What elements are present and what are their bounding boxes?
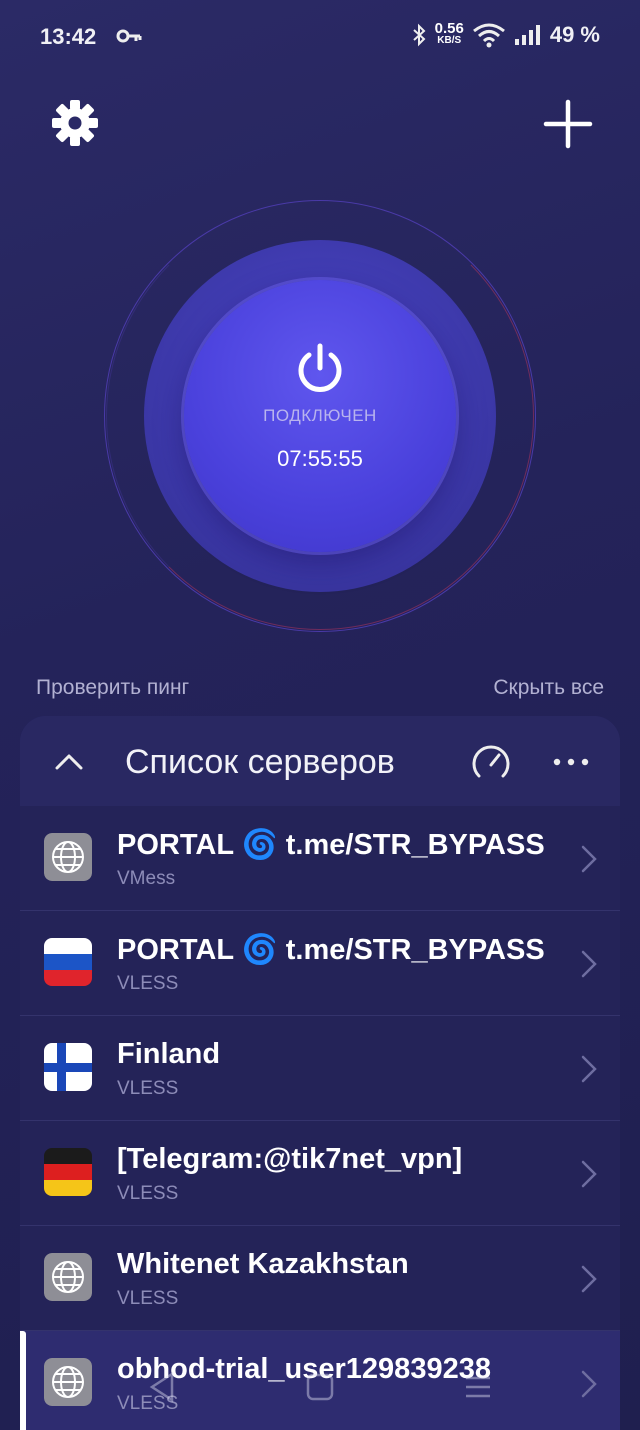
add-server-button[interactable] <box>542 98 594 150</box>
server-list-panel: Список серверов PORTAL 🌀 t.me/STR_BYPASS… <box>20 716 620 1430</box>
germany-flag-icon <box>44 1148 92 1196</box>
settings-button[interactable] <box>50 98 100 148</box>
finland-flag-icon <box>44 1043 92 1091</box>
chevron-right-icon <box>581 950 597 978</box>
net-speed-value: 0.56 <box>434 20 464 37</box>
selected-indicator <box>20 1331 26 1430</box>
server-list-header: Список серверов <box>20 716 620 806</box>
server-name: Finland <box>117 1038 221 1070</box>
server-protocol: VLESS <box>117 1078 179 1099</box>
server-row-selected[interactable]: obhod-trial_user129839238 VLESS <box>20 1331 620 1430</box>
battery-level: 49 % <box>549 22 600 47</box>
power-icon <box>298 343 342 392</box>
connection-control: ПОДКЛЮЧЕН 07:55:55 <box>100 196 540 636</box>
connection-timer: 07:55:55 <box>277 446 363 471</box>
server-name: Whitenet Kazakhstan <box>117 1248 409 1280</box>
wifi-icon <box>472 23 505 48</box>
chevron-right-icon <box>581 1265 597 1293</box>
chevron-right-icon <box>581 1370 597 1398</box>
server-protocol: VLESS <box>117 1393 179 1414</box>
server-row[interactable]: [Telegram:@tik7net_vpn] VLESS <box>20 1121 620 1226</box>
globe-icon <box>44 1358 92 1406</box>
russia-flag-icon <box>44 938 92 986</box>
globe-icon <box>44 833 92 881</box>
server-name: obhod-trial_user129839238 <box>117 1353 491 1385</box>
server-name: PORTAL 🌀 t.me/STR_BYPASS <box>117 829 545 861</box>
server-protocol: VLESS <box>117 973 179 994</box>
chevron-right-icon <box>581 845 597 873</box>
server-protocol: VMess <box>117 868 176 889</box>
status-bar: 13:42 0.56 KB/S 49 % <box>0 0 640 76</box>
more-options-icon[interactable] <box>550 752 592 772</box>
server-row[interactable]: PORTAL 🌀 t.me/STR_BYPASS VLESS <box>20 911 620 1016</box>
chevron-up-icon[interactable] <box>54 748 84 774</box>
server-row[interactable]: PORTAL 🌀 t.me/STR_BYPASS VMess <box>20 806 620 911</box>
connect-button[interactable]: ПОДКЛЮЧЕН 07:55:55 <box>184 280 456 552</box>
server-row[interactable]: Whitenet Kazakhstan VLESS <box>20 1226 620 1331</box>
network-speed: 0.56 KB/S <box>434 20 464 47</box>
plus-icon <box>543 99 593 149</box>
actions-row: Проверить пинг Скрыть все <box>36 676 604 700</box>
server-protocol: VLESS <box>117 1288 179 1309</box>
server-row[interactable]: Finland VLESS <box>20 1016 620 1121</box>
chevron-right-icon <box>581 1160 597 1188</box>
server-protocol: VLESS <box>117 1183 179 1204</box>
server-list-title: Список серверов <box>125 743 395 781</box>
check-ping-link[interactable]: Проверить пинг <box>36 676 189 700</box>
signal-icon <box>514 25 540 45</box>
net-speed-unit: KB/S <box>437 35 462 46</box>
chevron-right-icon <box>581 1055 597 1083</box>
speedometer-icon[interactable] <box>470 743 512 783</box>
server-name: PORTAL 🌀 t.me/STR_BYPASS <box>117 934 545 966</box>
globe-icon <box>44 1253 92 1301</box>
server-list: PORTAL 🌀 t.me/STR_BYPASS VMess PORTAL 🌀 … <box>20 806 620 1430</box>
clock: 13:42 <box>40 24 97 49</box>
connection-status: ПОДКЛЮЧЕН <box>263 406 377 425</box>
vpn-key-icon <box>116 29 142 43</box>
server-name: [Telegram:@tik7net_vpn] <box>117 1143 463 1175</box>
hide-all-link[interactable]: Скрыть все <box>493 676 604 700</box>
bluetooth-icon <box>412 23 426 47</box>
